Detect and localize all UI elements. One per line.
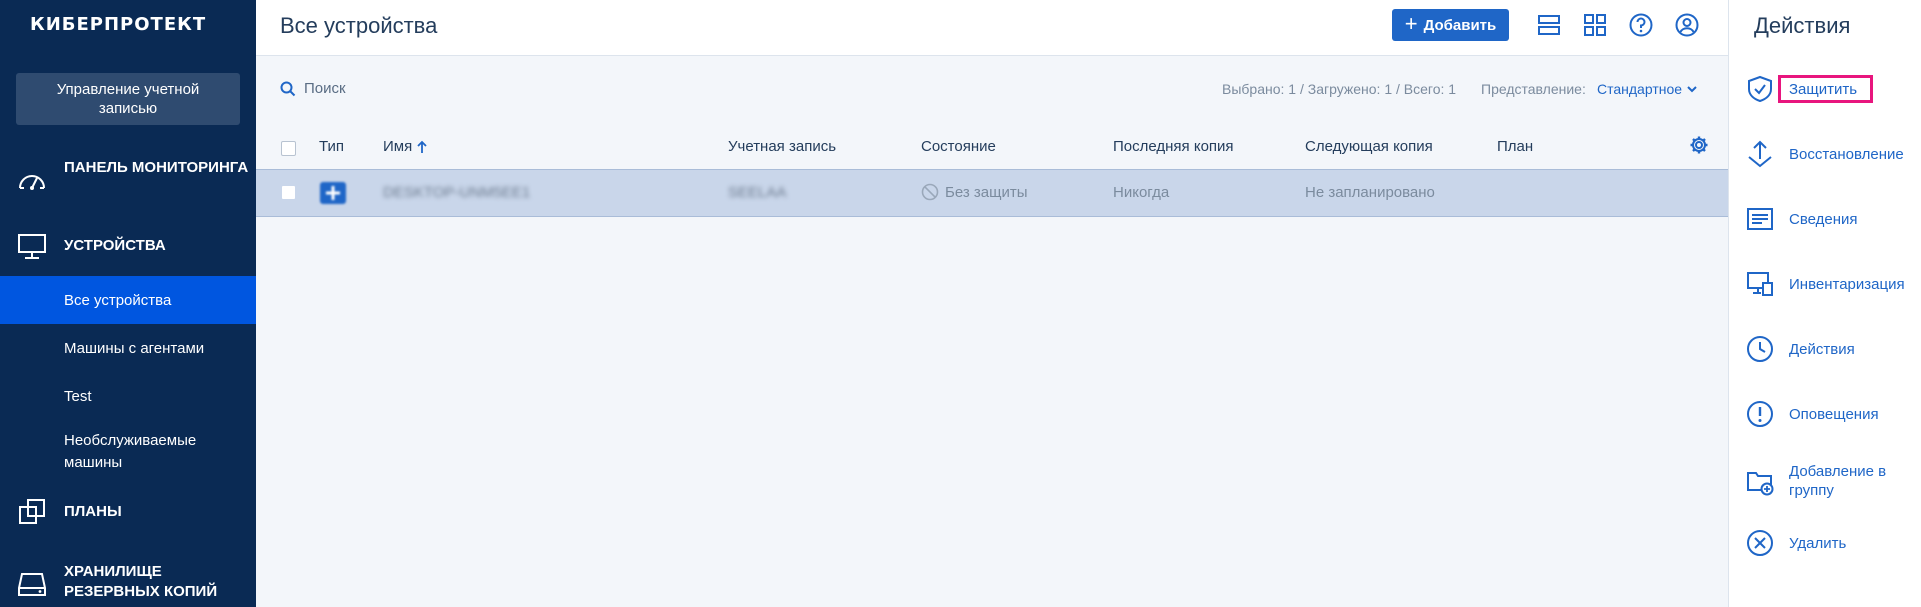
- device-state-label: Без защиты: [945, 183, 1028, 201]
- action-label: Удалить: [1789, 534, 1847, 552]
- app-logo: КИБЕРПРОТЕКТ: [30, 14, 207, 35]
- device-next-backup: Не запланировано: [1305, 184, 1435, 201]
- help-icon[interactable]: [1628, 12, 1654, 38]
- column-type[interactable]: Тип: [319, 138, 344, 155]
- action-details[interactable]: Сведения: [1745, 204, 1920, 234]
- action-label: Инвентаризация: [1789, 275, 1905, 293]
- row-checkbox[interactable]: [281, 185, 296, 200]
- account-management-button[interactable]: Управление учетной записью: [16, 73, 240, 125]
- add-button-label: Добавить: [1423, 16, 1497, 34]
- column-next-backup[interactable]: Следующая копия: [1305, 138, 1433, 155]
- clock-icon: [1747, 336, 1773, 362]
- action-label: Сведения: [1789, 210, 1858, 228]
- sidebar-item-test[interactable]: Test: [0, 372, 256, 420]
- search-icon: [280, 81, 296, 96]
- plans-icon: [19, 499, 45, 524]
- column-plan[interactable]: План: [1497, 138, 1533, 155]
- action-activities[interactable]: Действия: [1745, 334, 1920, 364]
- action-label: Оповещения: [1789, 405, 1879, 423]
- list-view-icon[interactable]: [1536, 12, 1562, 38]
- device-state: Без защиты: [921, 183, 1028, 201]
- nav-section-label: ПАНЕЛЬ МОНИТОРИНГА: [64, 159, 249, 176]
- grid-view-icon[interactable]: [1582, 12, 1608, 38]
- action-label: Восстановление: [1789, 145, 1904, 163]
- inventory-icon: [1747, 272, 1773, 296]
- nav-section-label: УСТРОЙСТВА: [64, 237, 166, 254]
- sidebar-item-unmanaged-machines[interactable]: Необслуживаемые машины: [0, 426, 256, 478]
- details-icon: [1747, 208, 1773, 230]
- column-settings-gear-icon[interactable]: [1689, 135, 1709, 155]
- nav-section-label: ПЛАНЫ: [64, 503, 122, 520]
- page-title: Все устройства: [280, 13, 438, 38]
- sidebar-item-agent-machines[interactable]: Машины с агентами: [0, 324, 256, 372]
- sidebar: КИБЕРПРОТЕКТ Управление учетной записью …: [0, 0, 256, 607]
- search-box[interactable]: Поиск: [280, 80, 346, 97]
- device-type-icon: [320, 182, 346, 204]
- chevron-down-icon: [1687, 86, 1697, 93]
- column-account[interactable]: Учетная запись: [728, 138, 836, 155]
- alert-icon: [1747, 401, 1773, 427]
- action-label: Добавление в группу: [1789, 463, 1887, 499]
- recover-icon: [1748, 140, 1772, 168]
- nav-section-backup-storage[interactable]: ХРАНИЛИЩЕ РЕЗЕРВНЫХ КОПИЙ: [0, 560, 256, 607]
- sidebar-item-all-devices[interactable]: Все устройства: [0, 276, 256, 324]
- protect-highlight-frame: [1778, 75, 1873, 103]
- action-alerts[interactable]: Оповещения: [1745, 399, 1920, 429]
- folder-add-icon: [1747, 472, 1774, 496]
- column-name-label: Имя: [383, 138, 413, 155]
- plus-icon: +: [1404, 11, 1418, 36]
- gauge-icon: [19, 175, 45, 190]
- monitor-icon: [18, 234, 46, 259]
- selection-counts: Выбрано: 1 / Загружено: 1 / Всего: 1: [1222, 81, 1457, 97]
- action-recovery[interactable]: Восстановление: [1745, 139, 1920, 169]
- nav-section-plans[interactable]: ПЛАНЫ: [0, 496, 256, 528]
- column-state[interactable]: Состояние: [921, 138, 996, 155]
- table-row[interactable]: DESKTOP-UNM5EE1 SEELAA Без защиты Никогд…: [256, 169, 1728, 217]
- action-delete[interactable]: Удалить: [1745, 528, 1920, 558]
- top-header: Все устройства + Добавить: [256, 0, 1728, 56]
- device-name[interactable]: DESKTOP-UNM5EE1: [383, 184, 530, 201]
- sort-ascending-icon: [417, 140, 427, 153]
- device-last-backup: Никогда: [1113, 184, 1170, 201]
- device-account: SEELAA: [728, 184, 787, 201]
- delete-icon: [1747, 530, 1773, 556]
- nav-section-monitoring[interactable]: ПАНЕЛЬ МОНИТОРИНГА: [0, 158, 256, 206]
- action-label: Действия: [1789, 340, 1855, 358]
- action-add-to-group[interactable]: Добавление в группу: [1745, 462, 1920, 500]
- column-last-backup[interactable]: Последняя копия: [1113, 138, 1234, 155]
- add-button[interactable]: + Добавить: [1392, 9, 1509, 41]
- select-all-checkbox[interactable]: [281, 141, 296, 156]
- table-header: Тип Имя Учетная запись Состояние Последн…: [256, 128, 1728, 168]
- storage-icon: [18, 573, 46, 596]
- nav-section-label: ХРАНИЛИЩЕ РЕЗЕРВНЫХ КОПИЙ: [64, 563, 218, 600]
- shield-check-icon: [1748, 75, 1772, 103]
- action-inventory[interactable]: Инвентаризация: [1745, 269, 1920, 299]
- not-protected-icon: [921, 183, 939, 201]
- actions-title: Действия: [1754, 13, 1851, 38]
- view-label: Представление:: [1481, 81, 1586, 97]
- view-selector[interactable]: Стандартное: [1597, 81, 1698, 97]
- search-input[interactable]: Поиск: [304, 80, 346, 97]
- column-name[interactable]: Имя: [383, 138, 428, 155]
- nav-section-devices[interactable]: УСТРОЙСТВА: [0, 230, 256, 262]
- user-profile-icon[interactable]: [1674, 12, 1700, 38]
- view-selector-value: Стандартное: [1597, 81, 1683, 97]
